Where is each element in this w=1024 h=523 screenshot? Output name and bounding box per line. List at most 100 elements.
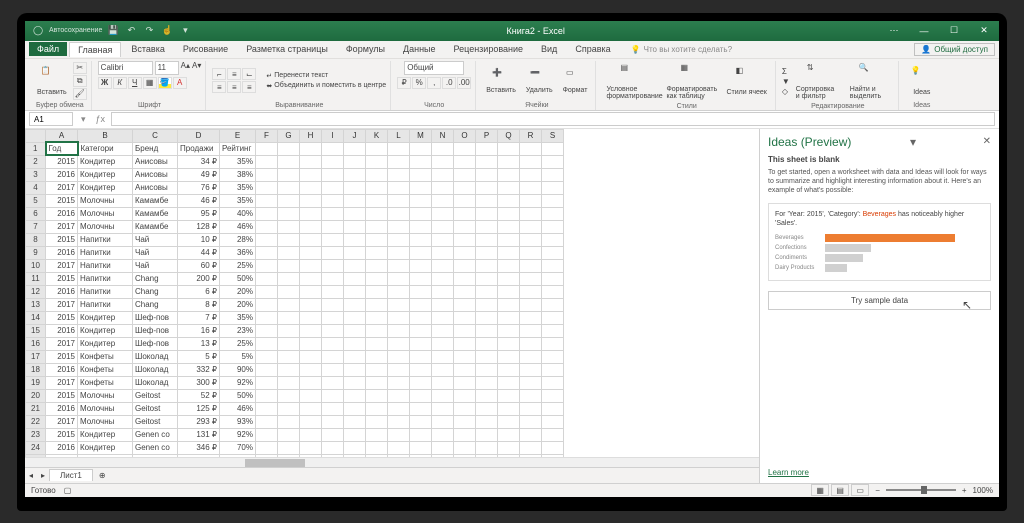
cell[interactable]: Напитки <box>78 246 133 259</box>
cell[interactable]: 2015 <box>46 311 78 324</box>
cell[interactable] <box>454 220 476 233</box>
cell[interactable] <box>520 376 542 389</box>
cell[interactable] <box>542 337 564 350</box>
cell[interactable]: 2015 <box>46 428 78 441</box>
cell[interactable] <box>542 142 564 155</box>
cell[interactable] <box>520 389 542 402</box>
cell[interactable] <box>432 441 454 454</box>
border-button[interactable]: ▦ <box>143 77 157 89</box>
cell[interactable]: 2015 <box>46 272 78 285</box>
cell[interactable] <box>366 363 388 376</box>
cell[interactable] <box>432 181 454 194</box>
select-all-cell[interactable] <box>26 129 46 142</box>
cell[interactable] <box>322 298 344 311</box>
cell[interactable]: 2015 <box>46 350 78 363</box>
cell[interactable] <box>388 363 410 376</box>
cell[interactable] <box>432 168 454 181</box>
cell[interactable] <box>344 285 366 298</box>
cell[interactable] <box>322 194 344 207</box>
sheet-nav-prev[interactable]: ◂ <box>25 471 37 480</box>
cell[interactable] <box>432 350 454 363</box>
cell[interactable] <box>454 337 476 350</box>
learn-more-link[interactable]: Learn more <box>768 468 991 477</box>
name-box[interactable] <box>29 112 73 126</box>
try-sample-data-button[interactable]: Try sample data ↖ <box>768 291 991 310</box>
cell[interactable] <box>256 272 278 285</box>
namebox-dropdown-icon[interactable]: ▾ <box>77 114 90 125</box>
cell[interactable] <box>520 324 542 337</box>
cell[interactable] <box>476 246 498 259</box>
delete-cells-button[interactable]: ➖Удалить <box>522 66 557 96</box>
column-header[interactable]: A <box>46 129 78 142</box>
column-header[interactable]: H <box>300 129 322 142</box>
cell[interactable] <box>542 363 564 376</box>
cell[interactable] <box>454 376 476 389</box>
cell[interactable]: Конфеты <box>78 376 133 389</box>
column-header[interactable]: I <box>322 129 344 142</box>
cell[interactable] <box>256 402 278 415</box>
cell[interactable]: 2017 <box>46 337 78 350</box>
cell[interactable]: 40% <box>220 207 256 220</box>
cell[interactable] <box>410 181 432 194</box>
cell[interactable] <box>300 168 322 181</box>
cell[interactable] <box>476 402 498 415</box>
cell[interactable] <box>256 311 278 324</box>
cell[interactable] <box>498 363 520 376</box>
cell[interactable] <box>432 259 454 272</box>
cell[interactable] <box>454 324 476 337</box>
bold-button[interactable]: Ж <box>98 77 112 89</box>
cell[interactable] <box>454 415 476 428</box>
cell[interactable] <box>344 207 366 220</box>
column-header[interactable]: K <box>366 129 388 142</box>
cell[interactable] <box>498 376 520 389</box>
cell[interactable]: 92% <box>220 376 256 389</box>
cell[interactable] <box>498 350 520 363</box>
cell[interactable] <box>388 428 410 441</box>
fill-color-button[interactable]: 🪣 <box>158 77 172 89</box>
cell[interactable] <box>542 272 564 285</box>
cell[interactable] <box>520 402 542 415</box>
cell[interactable] <box>498 402 520 415</box>
sheet-tab[interactable]: Лист1 <box>49 469 93 481</box>
cell[interactable] <box>322 441 344 454</box>
ribbon-tab-справка[interactable]: Справка <box>567 42 618 56</box>
cell[interactable] <box>388 298 410 311</box>
cell[interactable] <box>542 428 564 441</box>
cell[interactable] <box>388 441 410 454</box>
cell[interactable] <box>520 259 542 272</box>
cell[interactable]: 16 ₽ <box>178 324 220 337</box>
cell[interactable] <box>454 233 476 246</box>
find-select-button[interactable]: 🔍Найти и выделить <box>846 61 894 102</box>
cell[interactable] <box>542 194 564 207</box>
cell[interactable] <box>542 298 564 311</box>
cell[interactable] <box>520 298 542 311</box>
cell[interactable] <box>432 285 454 298</box>
cell[interactable] <box>278 155 300 168</box>
cell[interactable] <box>300 155 322 168</box>
cell[interactable] <box>388 168 410 181</box>
cell[interactable] <box>344 194 366 207</box>
cell[interactable]: 38% <box>220 168 256 181</box>
row-header[interactable]: 23 <box>26 428 46 441</box>
cell[interactable] <box>278 259 300 272</box>
formula-bar[interactable] <box>111 112 995 126</box>
cell[interactable] <box>256 220 278 233</box>
cell[interactable] <box>410 363 432 376</box>
cell[interactable] <box>344 220 366 233</box>
cell[interactable]: 128 ₽ <box>178 220 220 233</box>
cell[interactable]: 49 ₽ <box>178 168 220 181</box>
column-header[interactable]: R <box>520 129 542 142</box>
cell[interactable] <box>410 402 432 415</box>
cell[interactable] <box>498 220 520 233</box>
cell[interactable] <box>454 194 476 207</box>
ideas-pane-close[interactable]: ✕ <box>983 136 991 147</box>
cell[interactable]: 46% <box>220 220 256 233</box>
cell[interactable] <box>256 233 278 246</box>
cell[interactable] <box>322 415 344 428</box>
column-header[interactable]: E <box>220 129 256 142</box>
cell[interactable]: Кондитер <box>78 337 133 350</box>
cell[interactable]: 5 ₽ <box>178 350 220 363</box>
zoom-out-button[interactable]: − <box>875 486 880 495</box>
cell[interactable] <box>278 220 300 233</box>
cell[interactable] <box>542 402 564 415</box>
